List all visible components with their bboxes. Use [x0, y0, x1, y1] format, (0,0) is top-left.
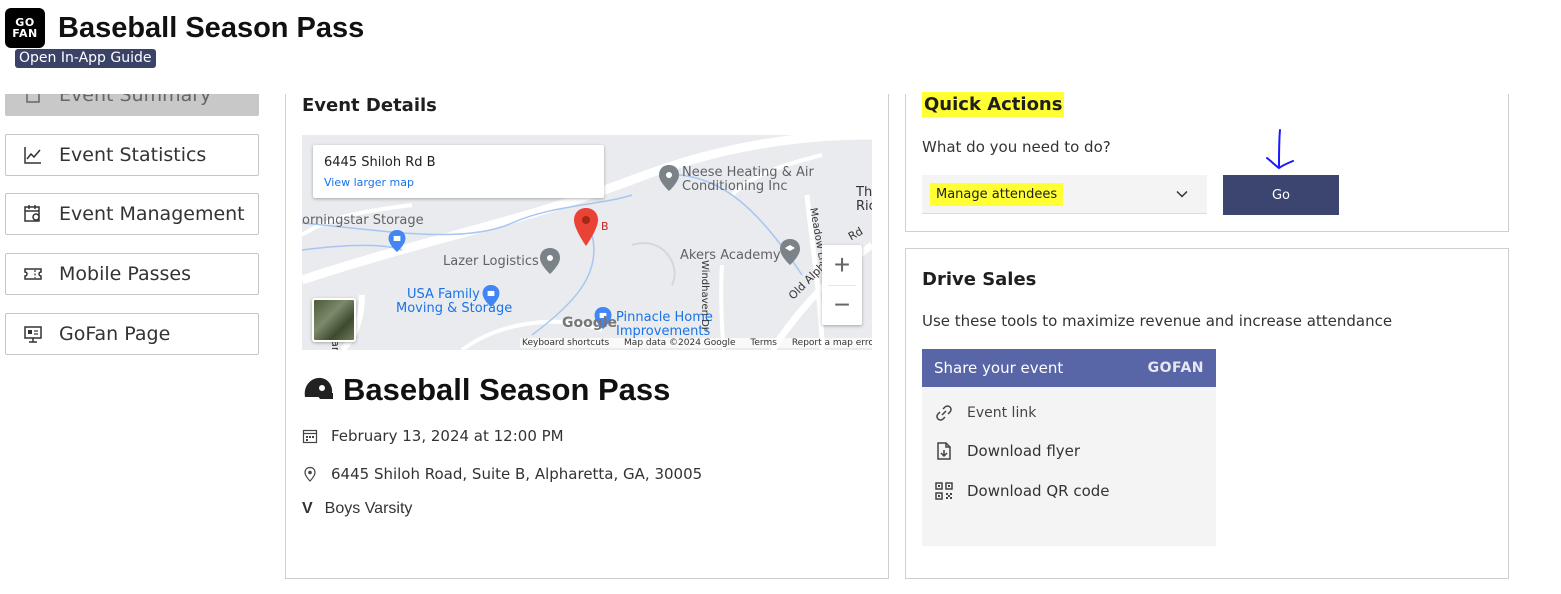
gofan-logo: GO FAN [5, 8, 45, 48]
map-place-neese-2: Conditioning Inc [682, 179, 788, 194]
sidebar-item-label: Mobile Passes [59, 263, 191, 285]
place-pin-icon [659, 165, 679, 191]
place-pin-icon [540, 248, 560, 274]
gofan-wordmark: GOFAN [1147, 360, 1204, 376]
quick-actions-heading: Quick Actions [922, 92, 1065, 117]
map-place-akers: Akers Academy [680, 248, 781, 263]
share-event-header: Share your event GOFAN [922, 349, 1216, 387]
sidebar-item-label: Event Summary [59, 94, 212, 106]
line-chart-icon [23, 145, 43, 165]
open-in-app-guide-button[interactable]: Open In-App Guide [15, 49, 156, 68]
page-title: Baseball Season Pass [58, 12, 365, 44]
event-details-heading: Event Details [302, 95, 437, 116]
qr-code-icon [934, 481, 954, 501]
zoom-out-button[interactable]: − [822, 285, 862, 325]
map-place-usa-family: USA Family [407, 287, 480, 302]
map-popup-address: 6445 Shiloh Rd B [324, 155, 436, 170]
ticket-icon [23, 264, 43, 284]
sidebar-item-mobile-passes[interactable]: Mobile Passes [5, 253, 259, 295]
monitor-icon [23, 324, 43, 344]
quick-action-select[interactable]: Manage attendees [922, 175, 1207, 214]
sidebar-item-label: Event Management [59, 203, 245, 225]
zoom-in-button[interactable]: + [822, 245, 862, 285]
download-qr-option[interactable]: Download QR code [934, 481, 1110, 501]
event-address: 6445 Shiloh Road, Suite B, Alpharetta, G… [331, 465, 703, 483]
sidebar-item-event-summary[interactable]: Event Summary [5, 94, 259, 116]
satellite-toggle[interactable] [312, 298, 356, 342]
event-date-row: February 13, 2024 at 12:00 PM [302, 427, 564, 445]
level-letter-icon: V [302, 500, 313, 517]
event-address-row: 6445 Shiloh Road, Suite B, Alpharetta, G… [302, 465, 702, 483]
download-flyer-option[interactable]: Download flyer [934, 441, 1080, 461]
google-logo: Google [562, 315, 618, 331]
square-icon [23, 94, 43, 105]
location-pin-icon [302, 466, 318, 482]
map-footer: Keyboard shortcuts Map data ©2024 Google… [520, 338, 872, 348]
shopping-pin-icon [388, 230, 406, 252]
drive-sales-description: Use these tools to maximize revenue and … [922, 312, 1393, 330]
event-link-option[interactable]: Event link [934, 403, 1036, 423]
terms-link[interactable]: Terms [750, 338, 777, 348]
map-place-pinnacle-2: Improvements [616, 324, 711, 339]
school-pin-icon [780, 239, 800, 265]
sidebar-item-event-statistics[interactable]: Event Statistics [5, 134, 259, 176]
sidebar-item-label: GoFan Page [59, 323, 171, 345]
sidebar-item-gofan-page[interactable]: GoFan Page [5, 313, 259, 355]
map-place-neese: Neese Heating & Air [682, 165, 814, 180]
share-event-title: Share your event [934, 359, 1064, 377]
event-map[interactable]: 6445 Shiloh Rd B View larger map B Neese… [302, 135, 872, 350]
quick-actions-prompt: What do you need to do? [922, 138, 1111, 156]
event-title-text: Baseball Season Pass [343, 372, 671, 407]
report-map-error-link[interactable]: Report a map error [792, 338, 872, 348]
event-level: Boys Varsity [324, 500, 413, 517]
map-place-morningstar: orningstar Storage [302, 213, 424, 228]
event-level-row: V Boys Varsity [302, 500, 412, 518]
share-event-panel: Share your event GOFAN Event link Downlo… [922, 349, 1216, 546]
map-zoom-controls: + − [822, 245, 862, 325]
calendar-icon [302, 428, 318, 444]
map-marker-label: B [601, 220, 609, 233]
map-place-ric: Ric [856, 199, 872, 214]
event-date: February 13, 2024 at 12:00 PM [331, 427, 564, 445]
drive-sales-heading: Drive Sales [922, 269, 1037, 290]
baseball-helmet-icon [302, 375, 334, 405]
keyboard-shortcuts-link[interactable]: Keyboard shortcuts [522, 338, 609, 348]
sidebar-item-label: Event Statistics [59, 144, 207, 166]
go-button[interactable]: Go [1223, 175, 1339, 215]
quick-action-selected: Manage attendees [930, 182, 1064, 206]
chevron-down-icon [1175, 187, 1189, 201]
map-data-label: Map data ©2024 Google [624, 338, 736, 348]
sidebar-item-event-management[interactable]: Event Management [5, 193, 259, 235]
calendar-gear-icon [23, 204, 43, 224]
arrow-down-icon [1264, 128, 1294, 174]
download-flyer-label: Download flyer [967, 442, 1081, 460]
view-larger-map-link[interactable]: View larger map [324, 176, 414, 189]
shopping-pin-icon [482, 285, 500, 307]
file-download-icon [934, 441, 954, 461]
map-info-popup: 6445 Shiloh Rd B View larger map [313, 145, 604, 198]
event-title: Baseball Season Pass [302, 372, 670, 408]
map-road-windhaven: Windhaven Dr [699, 260, 710, 331]
download-qr-label: Download QR code [967, 482, 1110, 500]
map-place-lazer: Lazer Logistics [443, 254, 539, 269]
map-place-th: Th [856, 185, 872, 200]
event-link-label: Event link [967, 405, 1037, 421]
link-icon [934, 403, 954, 423]
map-marker-icon[interactable] [574, 208, 598, 246]
